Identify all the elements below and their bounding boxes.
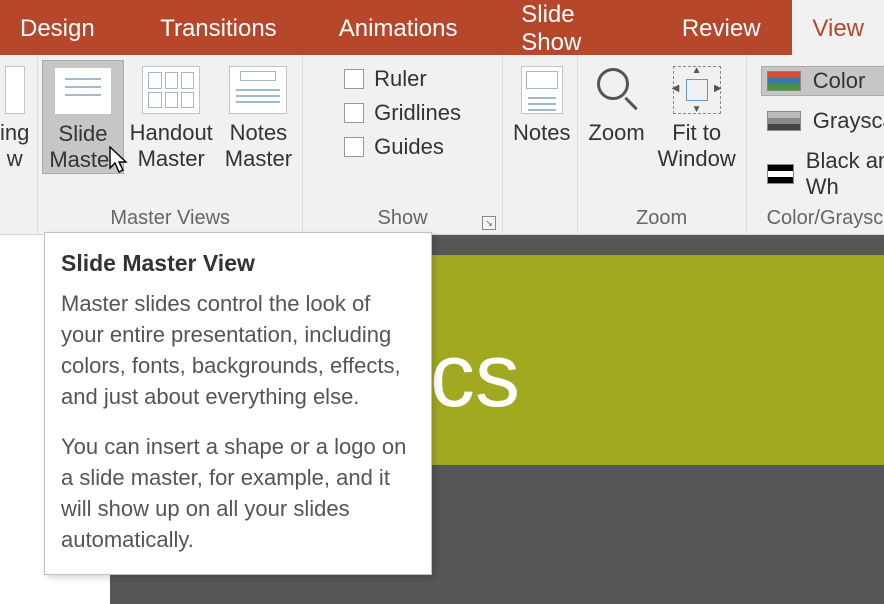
color-grayscale-group-label: Color/Grayscale <box>755 207 884 234</box>
guides-checkbox[interactable]: Guides <box>344 134 461 160</box>
reading-view-button-partial[interactable]: ing w <box>0 60 35 172</box>
grayscale-swatch-icon <box>767 111 801 131</box>
slide-master-label: Slide Master <box>49 121 116 173</box>
master-views-group-label: Master Views <box>42 207 298 234</box>
bw-swatch-icon <box>767 164 794 184</box>
notes-master-icon <box>229 66 287 114</box>
notes-master-label: Notes Master <box>225 120 292 172</box>
ribbon-tab-bar: Design Transitions Animations Slide Show… <box>0 0 884 55</box>
reading-view-icon <box>5 66 25 114</box>
grayscale-mode-button[interactable]: Grayscale <box>761 106 884 136</box>
checkbox-icon <box>344 69 364 89</box>
notes-icon <box>521 66 563 114</box>
gridlines-checkbox[interactable]: Gridlines <box>344 100 461 126</box>
tooltip-title: Slide Master View <box>61 247 415 280</box>
ruler-checkbox[interactable]: Ruler <box>344 66 461 92</box>
color-label: Color <box>813 68 866 94</box>
notes-label: Notes <box>513 120 570 146</box>
ribbon-group-color-grayscale: Color Grayscale Black and Wh Color/Grays… <box>747 55 884 234</box>
ribbon: ing w Slide Master Handout Master <box>0 55 884 235</box>
checkbox-icon <box>344 137 364 157</box>
slide-master-icon <box>54 67 112 115</box>
zoom-icon <box>593 66 641 114</box>
zoom-label: Zoom <box>588 120 644 146</box>
zoom-button[interactable]: Zoom <box>582 60 652 146</box>
tab-slide-show[interactable]: Slide Show <box>501 0 643 55</box>
color-swatch-icon <box>767 71 801 91</box>
tab-view[interactable]: View <box>792 0 884 55</box>
bw-label: Black and Wh <box>806 148 884 200</box>
checkbox-icon <box>344 103 364 123</box>
ribbon-group-notes: Notes <box>503 55 576 234</box>
grayscale-label: Grayscale <box>813 108 884 134</box>
slide-master-tooltip: Slide Master View Master slides control … <box>44 232 432 575</box>
handout-master-button[interactable]: Handout Master <box>124 60 219 172</box>
notes-button[interactable]: Notes <box>507 60 576 146</box>
tab-design[interactable]: Design <box>0 0 115 55</box>
handout-master-icon <box>142 66 200 114</box>
fit-to-window-label: Fit to Window <box>658 120 736 172</box>
tab-animations[interactable]: Animations <box>319 0 478 55</box>
color-mode-button[interactable]: Color <box>761 66 884 96</box>
fit-to-window-icon: ▲▼◀▶ <box>673 66 721 114</box>
ribbon-group-zoom: Zoom ▲▼◀▶ Fit to Window Zoom <box>577 55 747 234</box>
notes-master-button[interactable]: Notes Master <box>219 60 298 172</box>
show-dialog-launcher-icon[interactable]: ↘ <box>482 216 496 230</box>
zoom-group-label: Zoom <box>582 207 742 234</box>
reading-view-label: ing w <box>0 120 29 172</box>
ruler-label: Ruler <box>374 66 427 92</box>
gridlines-label: Gridlines <box>374 100 461 126</box>
show-group-label: Show <box>378 207 428 230</box>
slide-title-text-fragment: cs <box>430 325 520 428</box>
black-and-white-mode-button[interactable]: Black and Wh <box>761 146 884 202</box>
ribbon-group-show: Ruler Gridlines Guides Show ↘ <box>303 55 503 234</box>
tooltip-paragraph-1: Master slides control the look of your e… <box>61 288 415 413</box>
handout-master-label: Handout Master <box>130 120 213 172</box>
slide-master-button[interactable]: Slide Master <box>42 60 123 174</box>
guides-label: Guides <box>374 134 444 160</box>
tooltip-paragraph-2: You can insert a shape or a logo on a sl… <box>61 431 415 556</box>
ribbon-group-partial-left: ing w <box>0 55 38 234</box>
ribbon-group-master-views: Slide Master Handout Master Notes Master… <box>38 55 303 234</box>
tab-review[interactable]: Review <box>662 0 781 55</box>
tab-transitions[interactable]: Transitions <box>140 0 296 55</box>
fit-to-window-button[interactable]: ▲▼◀▶ Fit to Window <box>652 60 742 172</box>
